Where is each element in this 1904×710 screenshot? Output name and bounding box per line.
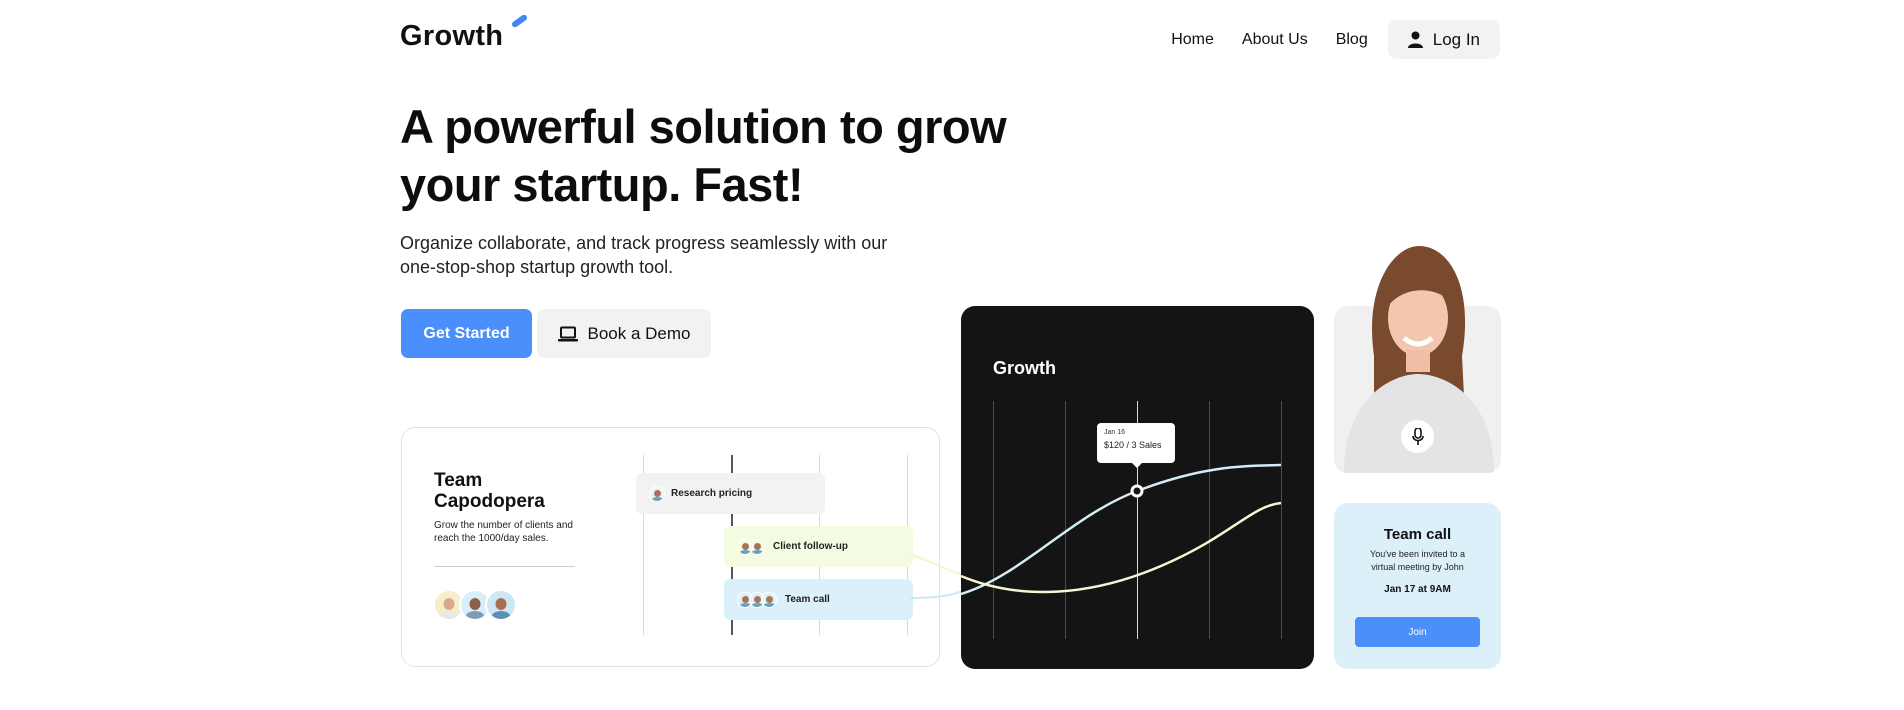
avatar	[749, 538, 765, 555]
nav-about[interactable]: About Us	[1242, 31, 1308, 49]
hero-subtitle: Organize collaborate, and track progress…	[400, 233, 888, 277]
task-research-pricing[interactable]: Research pricing	[636, 473, 825, 514]
hero-title: A powerful solution to grow your startup…	[400, 100, 1007, 211]
microphone-button[interactable]	[1401, 420, 1434, 453]
avatar	[485, 589, 517, 621]
team-card: Team Capodopera Grow the number of clien…	[401, 427, 940, 667]
task-label: Research pricing	[671, 488, 753, 499]
book-demo-label: Book a Demo	[587, 323, 691, 343]
task-client-follow-up[interactable]: Client follow-up	[724, 526, 913, 567]
growth-series-blue	[961, 463, 1282, 596]
login-label: Log In	[1432, 29, 1480, 49]
call-title: Team call	[1383, 526, 1452, 543]
main-nav: Home About Us Blog Log In	[1171, 20, 1500, 59]
tooltip-date: Jan 16	[1104, 429, 1126, 436]
growth-card: Growth Jan 16 $120 / 3 Sales	[961, 306, 1314, 669]
task-label: Team call	[785, 594, 830, 605]
chart-tooltip: Jan 16 $120 / 3 Sales	[1097, 423, 1175, 468]
call-description: You've been invited to a virtual meeting…	[1370, 549, 1465, 572]
avatar	[761, 591, 777, 608]
task-label: Client follow-up	[773, 541, 848, 552]
join-button[interactable]: Join	[1355, 617, 1480, 647]
team-title: Team Capodopera	[434, 470, 545, 512]
microphone-icon	[1411, 428, 1424, 445]
task-team-call[interactable]: Team call	[724, 579, 913, 620]
team-description: Grow the number of clients and reach the…	[434, 520, 573, 544]
avatar	[649, 485, 665, 502]
divider	[434, 566, 575, 567]
call-time: Jan 17 at 9AM	[1384, 584, 1451, 595]
growth-chart	[961, 463, 1282, 596]
team-call-card: Team call You've been invited to a virtu…	[1334, 503, 1501, 669]
book-demo-button[interactable]: Book a Demo	[537, 309, 711, 358]
login-button[interactable]: Log In	[1387, 20, 1500, 59]
nav-blog[interactable]: Blog	[1336, 31, 1368, 49]
nav-home[interactable]: Home	[1171, 31, 1214, 49]
chart-marker	[1130, 484, 1144, 498]
tooltip-value: $120 / 3 Sales	[1104, 440, 1162, 450]
user-icon	[1407, 31, 1423, 48]
logo-mark	[510, 13, 529, 29]
connector-lines	[909, 553, 971, 599]
laptop-icon	[557, 326, 578, 341]
get-started-button[interactable]: Get Started	[401, 309, 532, 358]
team-avatars	[433, 589, 517, 621]
growth-series-yellow	[961, 501, 1282, 594]
logo[interactable]: Growth	[400, 20, 503, 53]
